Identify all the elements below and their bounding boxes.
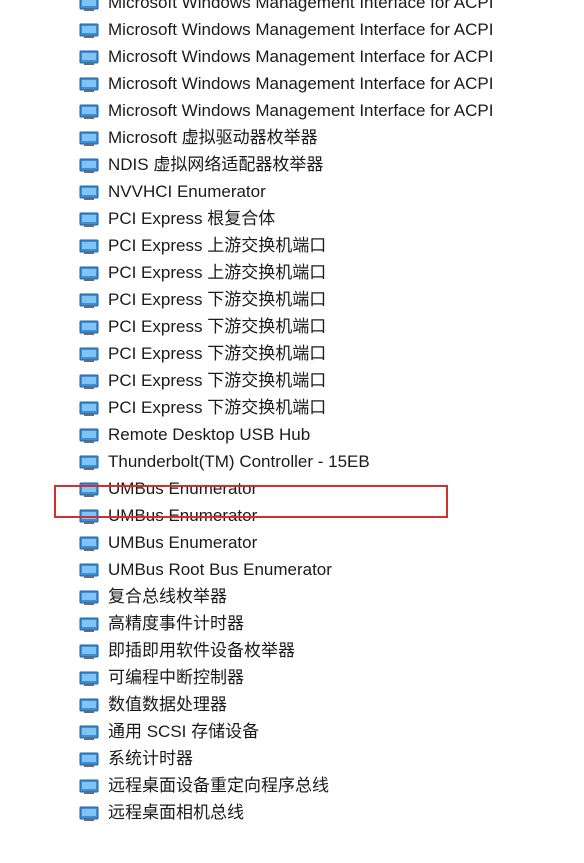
system-device-icon bbox=[79, 23, 99, 38]
system-device-icon bbox=[79, 617, 99, 632]
device-label: Microsoft Windows Management Interface f… bbox=[108, 47, 494, 66]
system-device-icon bbox=[79, 293, 99, 308]
device-label: Microsoft Windows Management Interface f… bbox=[108, 20, 494, 39]
device-label: PCI Express 下游交换机端口 bbox=[108, 344, 327, 363]
device-label: PCI Express 根复合体 bbox=[108, 209, 276, 228]
system-device-icon bbox=[79, 131, 99, 146]
system-device-icon bbox=[79, 563, 99, 578]
system-device-icon bbox=[79, 77, 99, 92]
device-label: Thunderbolt(TM) Controller - 15EB bbox=[108, 452, 370, 471]
list-item[interactable]: 数值数据处理器 bbox=[0, 692, 584, 719]
system-device-icon bbox=[79, 779, 99, 794]
system-device-icon bbox=[79, 347, 99, 362]
list-item[interactable]: NDIS 虚拟网络适配器枚举器 bbox=[0, 152, 584, 179]
device-label: Microsoft Windows Management Interface f… bbox=[108, 0, 494, 12]
system-device-icon bbox=[79, 509, 99, 524]
device-label: UMBus Enumerator bbox=[108, 479, 258, 498]
system-device-icon bbox=[79, 401, 99, 416]
device-label: PCI Express 下游交换机端口 bbox=[108, 371, 327, 390]
list-item[interactable]: Remote Desktop USB Hub bbox=[0, 422, 584, 449]
system-device-icon bbox=[79, 428, 99, 443]
system-device-icon bbox=[79, 482, 99, 497]
system-device-icon bbox=[79, 644, 99, 659]
system-device-icon bbox=[79, 158, 99, 173]
system-device-icon bbox=[79, 104, 99, 119]
system-device-icon bbox=[79, 185, 99, 200]
list-item[interactable]: Microsoft Windows Management Interface f… bbox=[0, 44, 584, 71]
system-device-icon bbox=[79, 806, 99, 821]
list-item[interactable]: 系统计时器 bbox=[0, 746, 584, 773]
system-device-icon bbox=[79, 536, 99, 551]
list-item[interactable]: 远程桌面设备重定向程序总线 bbox=[0, 773, 584, 800]
list-item[interactable]: Thunderbolt(TM) Controller - 15EB bbox=[0, 449, 584, 476]
device-label: 复合总线枚举器 bbox=[108, 587, 227, 606]
device-label: PCI Express 下游交换机端口 bbox=[108, 398, 327, 417]
device-label: Microsoft Windows Management Interface f… bbox=[108, 74, 494, 93]
list-item[interactable]: Microsoft 虚拟驱动器枚举器 bbox=[0, 125, 584, 152]
list-item[interactable]: PCI Express 根复合体 bbox=[0, 206, 584, 233]
system-device-icon bbox=[79, 239, 99, 254]
list-item[interactable]: PCI Express 上游交换机端口 bbox=[0, 233, 584, 260]
device-label: 高精度事件计时器 bbox=[108, 614, 244, 633]
list-item[interactable]: PCI Express 下游交换机端口 bbox=[0, 341, 584, 368]
list-item[interactable]: 通用 SCSI 存储设备 bbox=[0, 719, 584, 746]
system-device-icon bbox=[79, 212, 99, 227]
list-item[interactable]: Microsoft Windows Management Interface f… bbox=[0, 98, 584, 125]
device-label: NDIS 虚拟网络适配器枚举器 bbox=[108, 155, 324, 174]
device-label: 数值数据处理器 bbox=[108, 695, 227, 714]
system-device-icon bbox=[79, 752, 99, 767]
device-label: 可编程中断控制器 bbox=[108, 668, 244, 687]
list-item[interactable]: PCI Express 下游交换机端口 bbox=[0, 314, 584, 341]
list-item[interactable]: Microsoft Windows Management Interface f… bbox=[0, 0, 584, 17]
device-label: 远程桌面设备重定向程序总线 bbox=[108, 776, 329, 795]
system-device-icon bbox=[79, 374, 99, 389]
system-device-icon bbox=[79, 671, 99, 686]
device-label: 通用 SCSI 存储设备 bbox=[108, 722, 260, 741]
list-item[interactable]: UMBus Enumerator bbox=[0, 503, 584, 530]
device-label: Microsoft 虚拟驱动器枚举器 bbox=[108, 128, 318, 147]
list-item[interactable]: PCI Express 下游交换机端口 bbox=[0, 287, 584, 314]
list-item[interactable]: PCI Express 下游交换机端口 bbox=[0, 395, 584, 422]
device-label: PCI Express 下游交换机端口 bbox=[108, 317, 327, 336]
list-item[interactable]: UMBus Root Bus Enumerator bbox=[0, 557, 584, 584]
device-label: PCI Express 上游交换机端口 bbox=[108, 236, 327, 255]
device-label: UMBus Root Bus Enumerator bbox=[108, 560, 332, 579]
system-device-icon bbox=[79, 698, 99, 713]
list-item[interactable]: 即插即用软件设备枚举器 bbox=[0, 638, 584, 665]
list-item[interactable]: 高精度事件计时器 bbox=[0, 611, 584, 638]
list-item[interactable]: Microsoft Windows Management Interface f… bbox=[0, 17, 584, 44]
device-label: PCI Express 下游交换机端口 bbox=[108, 290, 327, 309]
list-item[interactable]: PCI Express 上游交换机端口 bbox=[0, 260, 584, 287]
system-device-icon bbox=[79, 725, 99, 740]
device-label: Remote Desktop USB Hub bbox=[108, 425, 311, 444]
list-item[interactable]: NVVHCI Enumerator bbox=[0, 179, 584, 206]
system-device-icon bbox=[79, 590, 99, 605]
list-item[interactable]: 复合总线枚举器 bbox=[0, 584, 584, 611]
system-device-icon bbox=[79, 0, 99, 11]
device-label: 远程桌面相机总线 bbox=[108, 803, 244, 822]
system-device-icon bbox=[79, 455, 99, 470]
list-item[interactable]: 可编程中断控制器 bbox=[0, 665, 584, 692]
system-device-icon bbox=[79, 266, 99, 281]
list-item[interactable]: UMBus Enumerator bbox=[0, 476, 584, 503]
device-label: UMBus Enumerator bbox=[108, 533, 258, 552]
device-list: Microsoft Windows Management Interface f… bbox=[0, 0, 584, 827]
list-item[interactable]: PCI Express 下游交换机端口 bbox=[0, 368, 584, 395]
device-label: 即插即用软件设备枚举器 bbox=[108, 641, 295, 660]
device-label: NVVHCI Enumerator bbox=[108, 182, 266, 201]
device-label: UMBus Enumerator bbox=[108, 506, 258, 525]
device-label: PCI Express 上游交换机端口 bbox=[108, 263, 327, 282]
list-item[interactable]: Microsoft Windows Management Interface f… bbox=[0, 71, 584, 98]
system-device-icon bbox=[79, 320, 99, 335]
device-label: 系统计时器 bbox=[108, 749, 193, 768]
device-label: Microsoft Windows Management Interface f… bbox=[108, 101, 494, 120]
system-device-icon bbox=[79, 50, 99, 65]
list-item[interactable]: UMBus Enumerator bbox=[0, 530, 584, 557]
list-item[interactable]: 远程桌面相机总线 bbox=[0, 800, 584, 827]
